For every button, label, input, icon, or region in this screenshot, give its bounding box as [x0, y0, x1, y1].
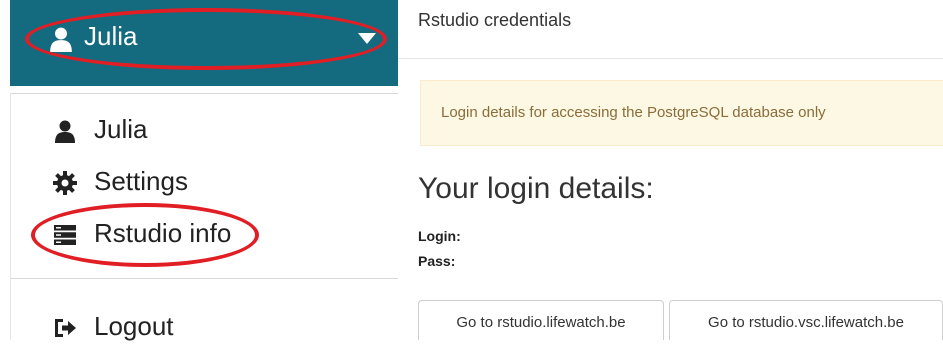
username-label: Julia — [84, 21, 138, 51]
alert-text: Login details for accessing the PostgreS… — [441, 104, 826, 121]
user-icon — [50, 27, 72, 52]
menu-item-label: Logout — [94, 311, 174, 341]
sign-out-icon — [55, 319, 76, 337]
menu-item-logout[interactable]: Logout — [11, 305, 399, 349]
left-panel: Julia Julia Settings Rstudio info Logout — [0, 0, 399, 341]
menu-item-label: Settings — [94, 166, 188, 196]
login-heading: Your login details: — [418, 172, 654, 205]
panel-title: Rstudio credentials — [418, 10, 572, 30]
login-label: Login: — [418, 228, 461, 244]
menu-item-rstudio-info[interactable]: Rstudio info — [11, 212, 399, 256]
rstudio-vsc-button[interactable]: Go to rstudio.vsc.lifewatch.be — [669, 300, 943, 340]
button-label: Go to rstudio.vsc.lifewatch.be — [708, 314, 904, 331]
menu-item-settings[interactable]: Settings — [11, 160, 399, 204]
pass-label: Pass: — [418, 253, 456, 269]
rstudio-lifewatch-button[interactable]: Go to rstudio.lifewatch.be — [418, 300, 664, 340]
menu-divider — [11, 278, 399, 279]
dropdown-menu: Julia Settings Rstudio info Logout — [10, 93, 399, 341]
button-label: Go to rstudio.lifewatch.be — [456, 314, 626, 331]
user-dropdown-toggle[interactable]: Julia — [10, 0, 398, 86]
gear-icon — [53, 171, 77, 195]
warning-alert: Login details for accessing the PostgreS… — [420, 80, 943, 146]
credentials-panel: Rstudio credentials Login details for ac… — [398, 0, 943, 340]
menu-item-label: Rstudio info — [94, 218, 232, 248]
user-icon — [55, 120, 75, 143]
menu-item-label: Julia — [94, 114, 148, 144]
caret-down-icon — [358, 33, 376, 44]
server-icon — [54, 225, 76, 245]
menu-item-profile[interactable]: Julia — [11, 108, 399, 152]
panel-divider — [398, 58, 943, 59]
